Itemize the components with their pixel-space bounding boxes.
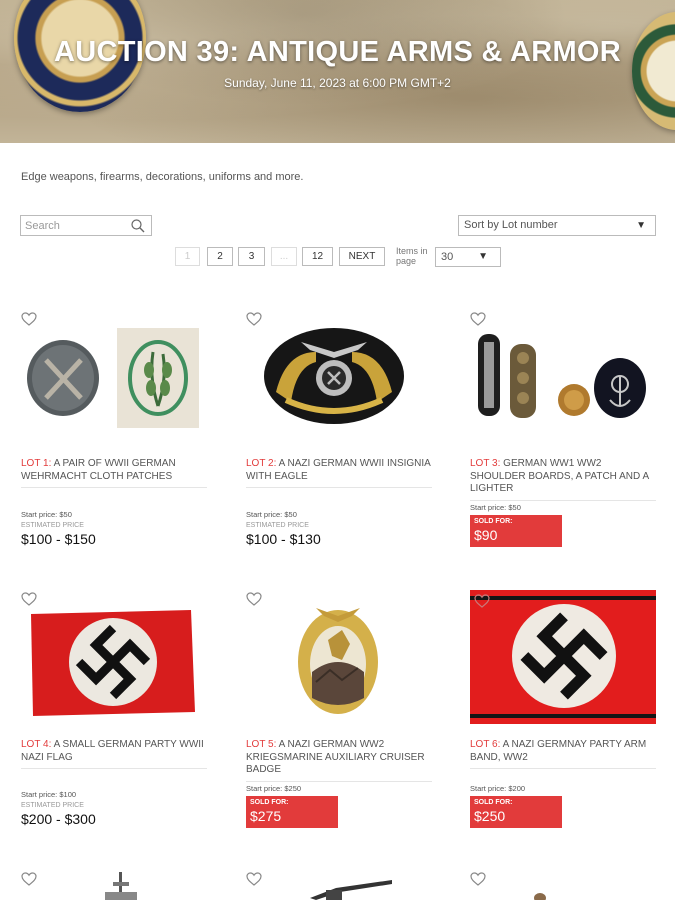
items-per-page-select[interactable]: 30 ▼ [435,247,501,267]
auction-banner: AUCTION 39: ANTIQUE ARMS & ARMOR Sunday,… [0,0,675,143]
auction-date: Sunday, June 11, 2023 at 6:00 PM GMT+2 [224,76,451,90]
sold-price-value: $90 [474,527,498,543]
lot-image-shoulder-boards[interactable] [470,322,660,442]
favorite-heart-icon[interactable] [470,312,486,326]
lot-title[interactable]: LOT 4: A SMALL GERMAN PARTY WWII NAZI FL… [21,739,207,769]
start-price: Start price: $200 [470,784,526,793]
lot-number: LOT 4: [21,739,52,750]
next-page-button[interactable]: NEXT [339,247,385,266]
sold-price-badge: SOLD FOR: $275 [246,796,338,828]
sold-for-label: SOLD FOR: [474,518,513,525]
sold-price-value: $250 [474,808,506,824]
start-price: Start price: $50 [470,503,521,512]
favorite-heart-icon[interactable] [21,592,37,606]
lot-image-arm-band[interactable] [470,590,660,726]
lot-number: LOT 1: [21,458,52,469]
search-input[interactable] [21,216,125,235]
start-price: Start price: $100 [21,790,77,799]
estimated-price-label: ESTIMATED PRICE [21,802,84,809]
sort-select[interactable]: Sort by Lot number ▼ [458,215,656,236]
page-ellipsis: ... [271,247,297,266]
auction-description: Edge weapons, firearms, decorations, uni… [21,171,304,183]
favorite-heart-icon[interactable] [246,872,262,886]
lot-card[interactable]: LOT 4: A SMALL GERMAN PARTY WWII NAZI FL… [21,592,211,842]
auction-title: AUCTION 39: ANTIQUE ARMS & ARMOR [53,36,622,68]
sold-for-label: SOLD FOR: [474,799,513,806]
sold-for-label: SOLD FOR: [250,799,289,806]
dropdown-arrow-icon: ▼ [636,220,646,231]
estimated-price-label: ESTIMATED PRICE [21,522,84,529]
favorite-heart-icon[interactable] [246,312,262,326]
favorite-heart-icon[interactable] [474,594,490,608]
lot-image-partial[interactable] [101,872,141,900]
start-price: Start price: $250 [246,784,302,793]
lot-title[interactable]: LOT 2: A NAZI GERMAN WWII INSIGNIA WITH … [246,458,432,488]
page-button-2[interactable]: 2 [207,247,233,266]
lot-title[interactable]: LOT 3: GERMAN WW1 WW2 SHOULDER BOARDS, A… [470,458,656,501]
lot-card[interactable] [246,872,436,900]
estimated-price-value: $200 - $300 [21,811,96,827]
favorite-heart-icon[interactable] [21,872,37,886]
lot-card[interactable]: LOT 3: GERMAN WW1 WW2 SHOULDER BOARDS, A… [470,312,660,562]
page-button-3[interactable]: 3 [238,247,265,266]
lot-image-eagle-insignia[interactable] [246,322,436,442]
dropdown-arrow-icon: ▼ [478,251,488,262]
lot-image-cloth-patches[interactable] [21,322,211,442]
lot-title[interactable]: LOT 1: A PAIR OF WWII GERMAN WEHRMACHT C… [21,458,207,488]
estimated-price-value: $100 - $130 [246,531,321,547]
sold-price-value: $275 [250,808,282,824]
items-in-page-label: Items in page [396,246,428,266]
favorite-heart-icon[interactable] [246,592,262,606]
page-button-12[interactable]: 12 [302,247,333,266]
start-price: Start price: $50 [21,510,72,519]
lot-image-party-flag[interactable] [21,604,211,724]
lot-card[interactable]: LOT 2: A NAZI GERMAN WWII INSIGNIA WITH … [246,312,436,562]
lot-number: LOT 5: [246,739,277,750]
lot-number: LOT 6: [470,739,501,750]
lot-image-cruiser-badge[interactable] [246,600,436,720]
lot-image-partial[interactable] [530,890,550,900]
page-button-1[interactable]: 1 [175,247,200,266]
favorite-heart-icon[interactable] [470,872,486,886]
lot-image-partial[interactable] [306,878,396,900]
lot-title[interactable]: LOT 5: A NAZI GERMAN WW2 KRIEGSMARINE AU… [246,739,432,782]
sort-selected-value: Sort by Lot number [464,219,558,231]
estimated-price-label: ESTIMATED PRICE [246,522,309,529]
lot-title[interactable]: LOT 6: A NAZI GERMNAY PARTY ARM BAND, WW… [470,739,656,769]
items-per-page-value: 30 [441,251,454,263]
estimated-price-value: $100 - $150 [21,531,96,547]
lot-card[interactable]: LOT 5: A NAZI GERMAN WW2 KRIEGSMARINE AU… [246,592,436,842]
sold-price-badge: SOLD FOR: $90 [470,515,562,547]
favorite-heart-icon[interactable] [21,312,37,326]
lot-card[interactable] [21,872,211,900]
lot-card[interactable] [470,872,660,900]
lot-card[interactable]: LOT 6: A NAZI GERMNAY PARTY ARM BAND, WW… [470,590,660,842]
lot-number: LOT 3: [470,458,501,469]
search-icon[interactable] [130,218,146,234]
lot-card[interactable]: LOT 1: A PAIR OF WWII GERMAN WEHRMACHT C… [21,312,211,562]
lot-number: LOT 2: [246,458,277,469]
search-box [20,215,152,236]
sold-price-badge: SOLD FOR: $250 [470,796,562,828]
start-price: Start price: $50 [246,510,297,519]
